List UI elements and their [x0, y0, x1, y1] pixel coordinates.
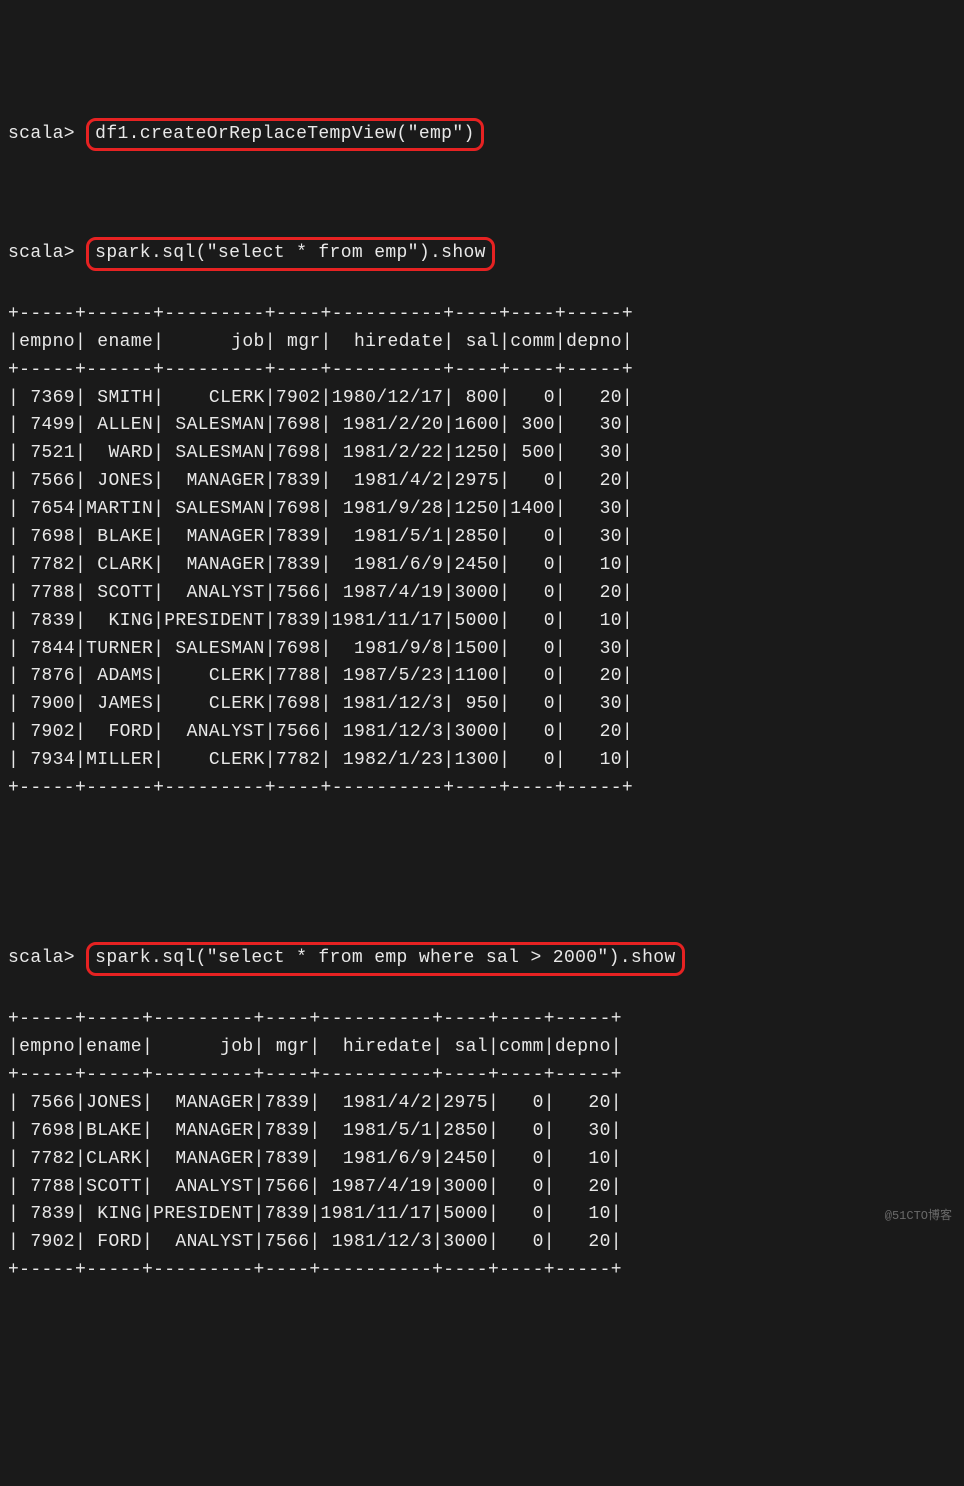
repl-prompt: scala> — [8, 945, 75, 973]
repl-prompt: scala> — [8, 121, 75, 149]
repl-line-1: scala> df1.createOrReplaceTempView("emp"… — [8, 118, 956, 152]
command-highlight-3: spark.sql("select * from emp where sal >… — [86, 942, 684, 976]
repl-line-2: scala> spark.sql("select * from emp").sh… — [8, 237, 956, 271]
result-table-2: +-----+-----+---------+----+----------+-… — [8, 1006, 956, 1285]
watermark-text: @51CTO博客 — [885, 1207, 952, 1226]
repl-line-3: scala> spark.sql("select * from emp wher… — [8, 942, 956, 976]
repl-prompt: scala> — [8, 240, 75, 268]
blank-line — [8, 887, 956, 915]
blank-line — [8, 831, 956, 859]
result-table-1: +-----+------+---------+----+----------+… — [8, 301, 956, 803]
blank-line — [8, 181, 956, 209]
command-highlight-2: spark.sql("select * from emp").show — [86, 237, 495, 271]
command-highlight-1: df1.createOrReplaceTempView("emp") — [86, 118, 484, 152]
